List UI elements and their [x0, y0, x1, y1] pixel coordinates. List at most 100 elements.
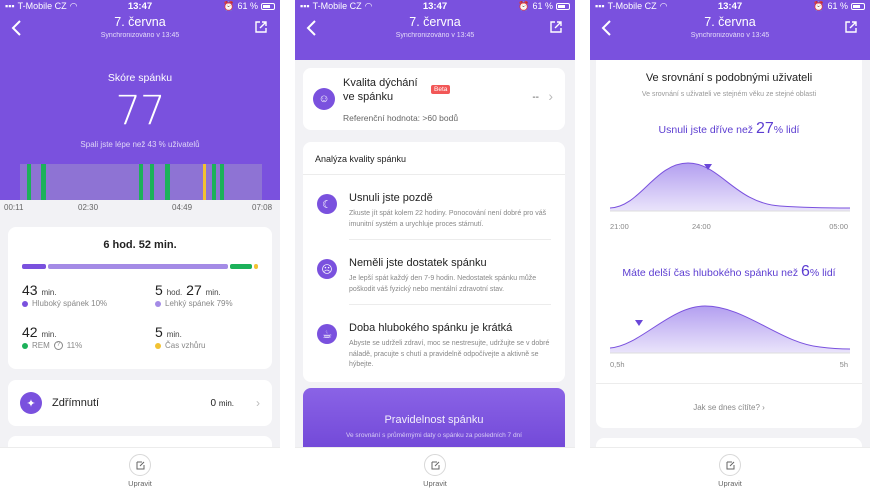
divider	[596, 383, 862, 384]
phone-sleep-analysis: 7. června Synchronizováno v 13:45 ▪▪▪ T-M…	[295, 0, 575, 494]
light-dot	[155, 300, 161, 307]
tick-label: 00:11	[4, 203, 24, 212]
carrier-name: T-Mobile CZ	[17, 1, 67, 11]
carrier-name: T-Mobile CZ	[607, 1, 657, 11]
sync-status: Synchronizováno v 13:45	[100, 32, 180, 39]
status-bar: ▪▪▪ T-Mobile CZ ◠ 13:47 ⏰ 61 %	[0, 0, 280, 12]
deep-bar	[22, 264, 46, 269]
edit-icon	[431, 461, 439, 469]
awake-dot	[155, 342, 161, 349]
share-icon[interactable]	[254, 20, 268, 34]
rem-bar	[230, 264, 252, 269]
analysis-item[interactable]: ☕ Doba hlubokého spánku je krátká Abyste…	[313, 322, 555, 382]
regularity-title: Pravidelnost spánku	[384, 414, 484, 426]
edit-label: Upravit	[718, 479, 742, 488]
signal-icon: ▪▪▪	[300, 1, 310, 11]
signal-icon: ▪▪▪	[5, 1, 15, 11]
clock: 13:47	[717, 0, 743, 12]
analysis-item-title: Usnuli jste pozdě	[349, 192, 433, 204]
tick-label: 02:30	[78, 203, 99, 212]
divider	[303, 174, 565, 175]
wifi-icon: ◠	[659, 0, 668, 11]
rem-dot	[22, 342, 28, 349]
gap	[575, 0, 590, 494]
breathing-title: Kvalita dýchání ve spánku	[343, 77, 418, 103]
edit-button[interactable]	[424, 454, 446, 476]
analysis-item-text: Je lepší spát každý den 7-9 hodin. Nedos…	[349, 275, 537, 293]
axis-tick: 5h	[839, 360, 848, 369]
status-bar: ▪▪▪ T-Mobile CZ ◠ 13:47 ⏰ 61 %	[590, 0, 870, 12]
user-marker	[635, 320, 643, 326]
analysis-title: Analýza kvality spánku	[315, 154, 407, 164]
help-icon[interactable]: ?	[53, 341, 63, 350]
battery-percent: 61 %	[532, 1, 553, 11]
axis-tick: 05:00	[829, 222, 848, 231]
analysis-card: Analýza kvality spánku ☾ Usnuli jste poz…	[303, 142, 565, 382]
feel-link[interactable]: Jak se dnes cítíte? ›	[596, 403, 862, 412]
carrier-name: T-Mobile CZ	[312, 1, 362, 11]
phone-comparison: 7. června Synchronizováno v 13:45 ▪▪▪ T-M…	[590, 0, 870, 494]
analysis-item-text: Zkuste jít spát kolem 22 hodiny. Ponocov…	[349, 210, 547, 228]
tick-label: 04:49	[172, 203, 193, 212]
divider	[349, 239, 551, 240]
edit-button[interactable]	[719, 454, 741, 476]
comparison-subtitle: Ve srovnání s uživateli ve stejném věku …	[641, 91, 817, 98]
analysis-item[interactable]: ☹ Neměli jste dostatek spánku Je lepší s…	[313, 257, 555, 317]
clock: 13:47	[127, 0, 153, 12]
score-description: Spali jste lépe než 43 % uživatelů	[80, 140, 200, 149]
bedtime-distribution-curve	[610, 162, 850, 212]
analysis-item[interactable]: ☾ Usnuli jste pozdě Zkuste jít spát kole…	[313, 192, 555, 252]
earlier-heading: Usnuli jste dříve než 27% lidí	[658, 120, 800, 137]
alarm-icon: ⏰	[813, 0, 825, 11]
nap-value: 0 min.	[210, 397, 234, 409]
axis-tick: 21:00	[610, 222, 629, 231]
rem-segment	[139, 164, 143, 200]
analysis-item-title: Doba hlubokého spánku je krátká	[349, 322, 513, 334]
gap	[280, 0, 295, 494]
regularity-text: Ve srovnání s průměrnými daty o spánku z…	[346, 432, 522, 439]
breathing-icon: ☺	[313, 88, 335, 110]
bottom-bar: Upravit	[0, 447, 280, 494]
rem-stat: 42 min. REM? 11%	[22, 324, 83, 350]
edit-label: Upravit	[128, 479, 152, 488]
sync-status: Synchronizováno v 13:45	[690, 32, 770, 39]
analysis-item-text: Abyste se udrželi zdraví, moc se nestres…	[349, 340, 550, 368]
wifi-icon: ◠	[364, 0, 373, 11]
page-title: 7. června	[114, 15, 166, 29]
share-icon[interactable]	[844, 20, 858, 34]
sync-status: Synchronizováno v 13:45	[395, 32, 475, 39]
breathing-card[interactable]: ☺ Kvalita dýchání ve spánku Beta -- › Re…	[303, 68, 565, 130]
alarm-icon: ⏰	[223, 0, 235, 11]
page-title: 7. června	[704, 15, 756, 29]
signal-icon: ▪▪▪	[595, 1, 605, 11]
awake-segment	[203, 164, 206, 200]
stage-bar	[22, 264, 258, 269]
light-stat: 5 hod. 27 min. Lehký spánek 79%	[155, 282, 233, 308]
deep-sleep-distribution-curve	[610, 305, 850, 354]
deep-stat: 43 min. Hluboký spánek 10%	[22, 282, 108, 308]
score-title: Skóre spánku	[107, 72, 173, 84]
phone-sleep-overview: 7. června Synchronizováno v 13:45 ▪▪▪ T-M…	[0, 0, 280, 494]
breathing-reference: Referenční hodnota: >60 bodů	[343, 113, 459, 123]
battery-percent: 61 %	[237, 1, 258, 11]
rem-segment	[27, 164, 31, 200]
sleep-summary-card: 6 hod. 52 min. 43 min. Hluboký spánek 10…	[8, 227, 272, 369]
divider	[349, 304, 551, 305]
light-bar	[48, 264, 228, 269]
edit-button[interactable]	[129, 454, 151, 476]
axis-tick: 24:00	[692, 222, 711, 231]
deep-segment	[262, 164, 270, 200]
rem-segment	[150, 164, 154, 200]
share-icon[interactable]	[549, 20, 563, 34]
tick-label: 07:08	[252, 203, 273, 212]
nap-card[interactable]: ✦ Zdřímnutí 0 min. ›	[8, 380, 272, 426]
moon-icon: ☾	[317, 194, 337, 214]
sparkle-icon: ✦	[20, 392, 42, 414]
sleep-timeline[interactable]	[0, 164, 270, 200]
rem-segment	[41, 164, 46, 200]
nap-label: Zdřímnutí	[52, 397, 100, 409]
battery-icon	[261, 2, 275, 10]
total-sleep: 6 hod. 52 min.	[103, 239, 177, 251]
timeline-axis: 00:11 02:30 04:49 07:08	[0, 203, 280, 215]
rem-segment	[212, 164, 216, 200]
